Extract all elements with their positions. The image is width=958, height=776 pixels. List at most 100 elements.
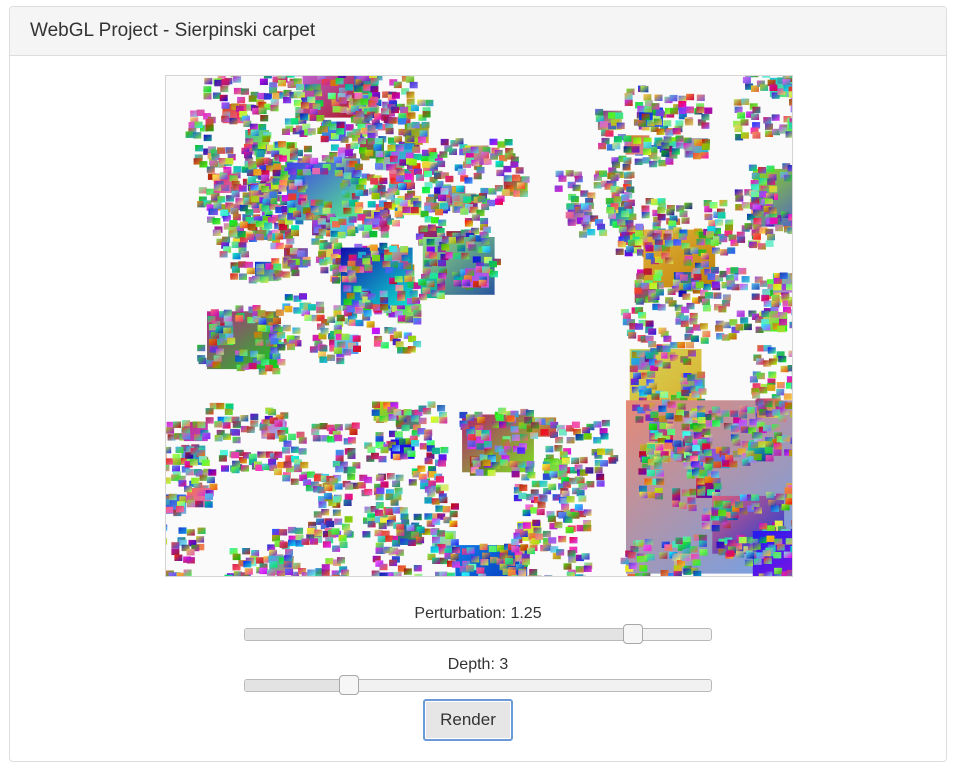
carpet-tile bbox=[659, 552, 668, 559]
carpet-tile bbox=[773, 278, 782, 285]
carpet-tile bbox=[320, 135, 329, 143]
carpet-tile bbox=[713, 461, 722, 468]
carpet-tile bbox=[540, 429, 549, 436]
carpet-tile bbox=[197, 527, 206, 534]
carpet-tile bbox=[655, 493, 663, 500]
carpet-tile bbox=[345, 124, 354, 131]
carpet-tile bbox=[335, 455, 344, 462]
carpet-tile bbox=[466, 565, 474, 572]
carpet-tile bbox=[166, 427, 175, 434]
render-button[interactable]: Render bbox=[423, 699, 513, 741]
carpet-tile bbox=[435, 208, 443, 216]
carpet-tile bbox=[647, 491, 656, 499]
carpet-tile bbox=[779, 272, 788, 279]
carpet-tile bbox=[729, 460, 738, 468]
carpet-tile bbox=[617, 219, 626, 226]
carpet-tile bbox=[704, 107, 713, 114]
carpet-tile bbox=[683, 137, 692, 144]
carpet-tile bbox=[432, 518, 441, 525]
carpet-tile bbox=[766, 165, 775, 172]
carpet-tile bbox=[235, 355, 244, 362]
carpet-tile bbox=[338, 97, 347, 104]
carpet-tile bbox=[212, 174, 221, 181]
carpet-tile bbox=[348, 276, 357, 283]
carpet-tile bbox=[512, 174, 521, 181]
carpet-tile bbox=[722, 460, 730, 467]
carpet-tile bbox=[482, 266, 491, 273]
carpet-tile bbox=[440, 138, 449, 146]
carpet-tile bbox=[643, 141, 652, 149]
carpet-tile bbox=[719, 199, 728, 207]
carpet-tile bbox=[753, 209, 762, 216]
carpet-tile bbox=[407, 112, 416, 119]
carpet-tile bbox=[767, 525, 776, 532]
carpet-tile bbox=[282, 128, 290, 135]
carpet-tile bbox=[451, 194, 460, 202]
carpet-tile bbox=[291, 269, 300, 277]
carpet-tile bbox=[726, 550, 735, 557]
carpet-tile bbox=[663, 136, 672, 143]
carpet-tile bbox=[333, 156, 342, 164]
carpet-tile bbox=[785, 498, 792, 505]
carpet-tile bbox=[252, 275, 261, 283]
carpet-tile bbox=[290, 478, 299, 485]
carpet-tile bbox=[432, 536, 440, 544]
carpet-tile bbox=[309, 346, 318, 353]
carpet-tile bbox=[682, 536, 691, 543]
carpet-tile bbox=[332, 545, 341, 552]
carpet-tile bbox=[747, 407, 756, 414]
carpet-tile bbox=[533, 575, 542, 576]
carpet-tile bbox=[239, 204, 248, 212]
carpet-tile bbox=[272, 169, 281, 177]
carpet-tile bbox=[665, 257, 674, 264]
carpet-tile bbox=[571, 512, 580, 519]
carpet-tile bbox=[746, 552, 755, 559]
carpet-tile bbox=[422, 268, 431, 275]
carpet-tile bbox=[740, 119, 749, 126]
carpet-tile bbox=[397, 294, 406, 301]
carpet-tile bbox=[413, 310, 422, 317]
carpet-tile bbox=[419, 225, 428, 232]
carpet-tile bbox=[776, 544, 785, 551]
carpet-tile bbox=[736, 551, 744, 558]
carpet-tile bbox=[482, 246, 491, 253]
carpet-tile bbox=[554, 445, 563, 452]
carpet-tile bbox=[292, 327, 301, 334]
carpet-tile bbox=[660, 570, 669, 576]
perturbation-slider-thumb[interactable] bbox=[623, 624, 644, 644]
carpet-tile bbox=[639, 565, 648, 572]
carpet-tile bbox=[566, 571, 575, 576]
carpet-tile bbox=[232, 421, 241, 428]
carpet-tile bbox=[685, 151, 694, 158]
carpet-tile bbox=[567, 550, 576, 557]
carpet-tile bbox=[751, 283, 760, 290]
carpet-tile bbox=[347, 260, 356, 268]
carpet-tile bbox=[223, 309, 232, 317]
carpet-tile bbox=[400, 453, 409, 460]
carpet-tile bbox=[183, 569, 192, 576]
carpet-tile bbox=[411, 121, 420, 129]
carpet-tile bbox=[302, 168, 311, 176]
perturbation-slider[interactable] bbox=[244, 624, 712, 644]
carpet-tile bbox=[740, 283, 748, 291]
carpet-tile bbox=[402, 206, 411, 213]
carpet-tile bbox=[627, 239, 636, 247]
carpet-tile bbox=[703, 508, 712, 515]
carpet-tile bbox=[643, 94, 652, 101]
carpet-tile bbox=[701, 122, 710, 129]
depth-slider-thumb[interactable] bbox=[338, 675, 359, 695]
webgl-canvas[interactable] bbox=[165, 75, 793, 577]
carpet-tile bbox=[491, 421, 500, 428]
carpet-tile bbox=[348, 216, 357, 223]
carpet-tile bbox=[407, 346, 416, 353]
carpet-tile bbox=[640, 85, 649, 93]
carpet-tile bbox=[248, 362, 257, 370]
carpet-tile bbox=[255, 557, 264, 564]
carpet-tile bbox=[323, 242, 332, 249]
carpet-tile bbox=[752, 233, 761, 240]
carpet-tile bbox=[728, 333, 737, 340]
carpet-tile bbox=[629, 365, 638, 373]
carpet-tile bbox=[586, 481, 595, 488]
carpet-tile bbox=[366, 321, 375, 328]
depth-slider[interactable] bbox=[244, 675, 712, 695]
